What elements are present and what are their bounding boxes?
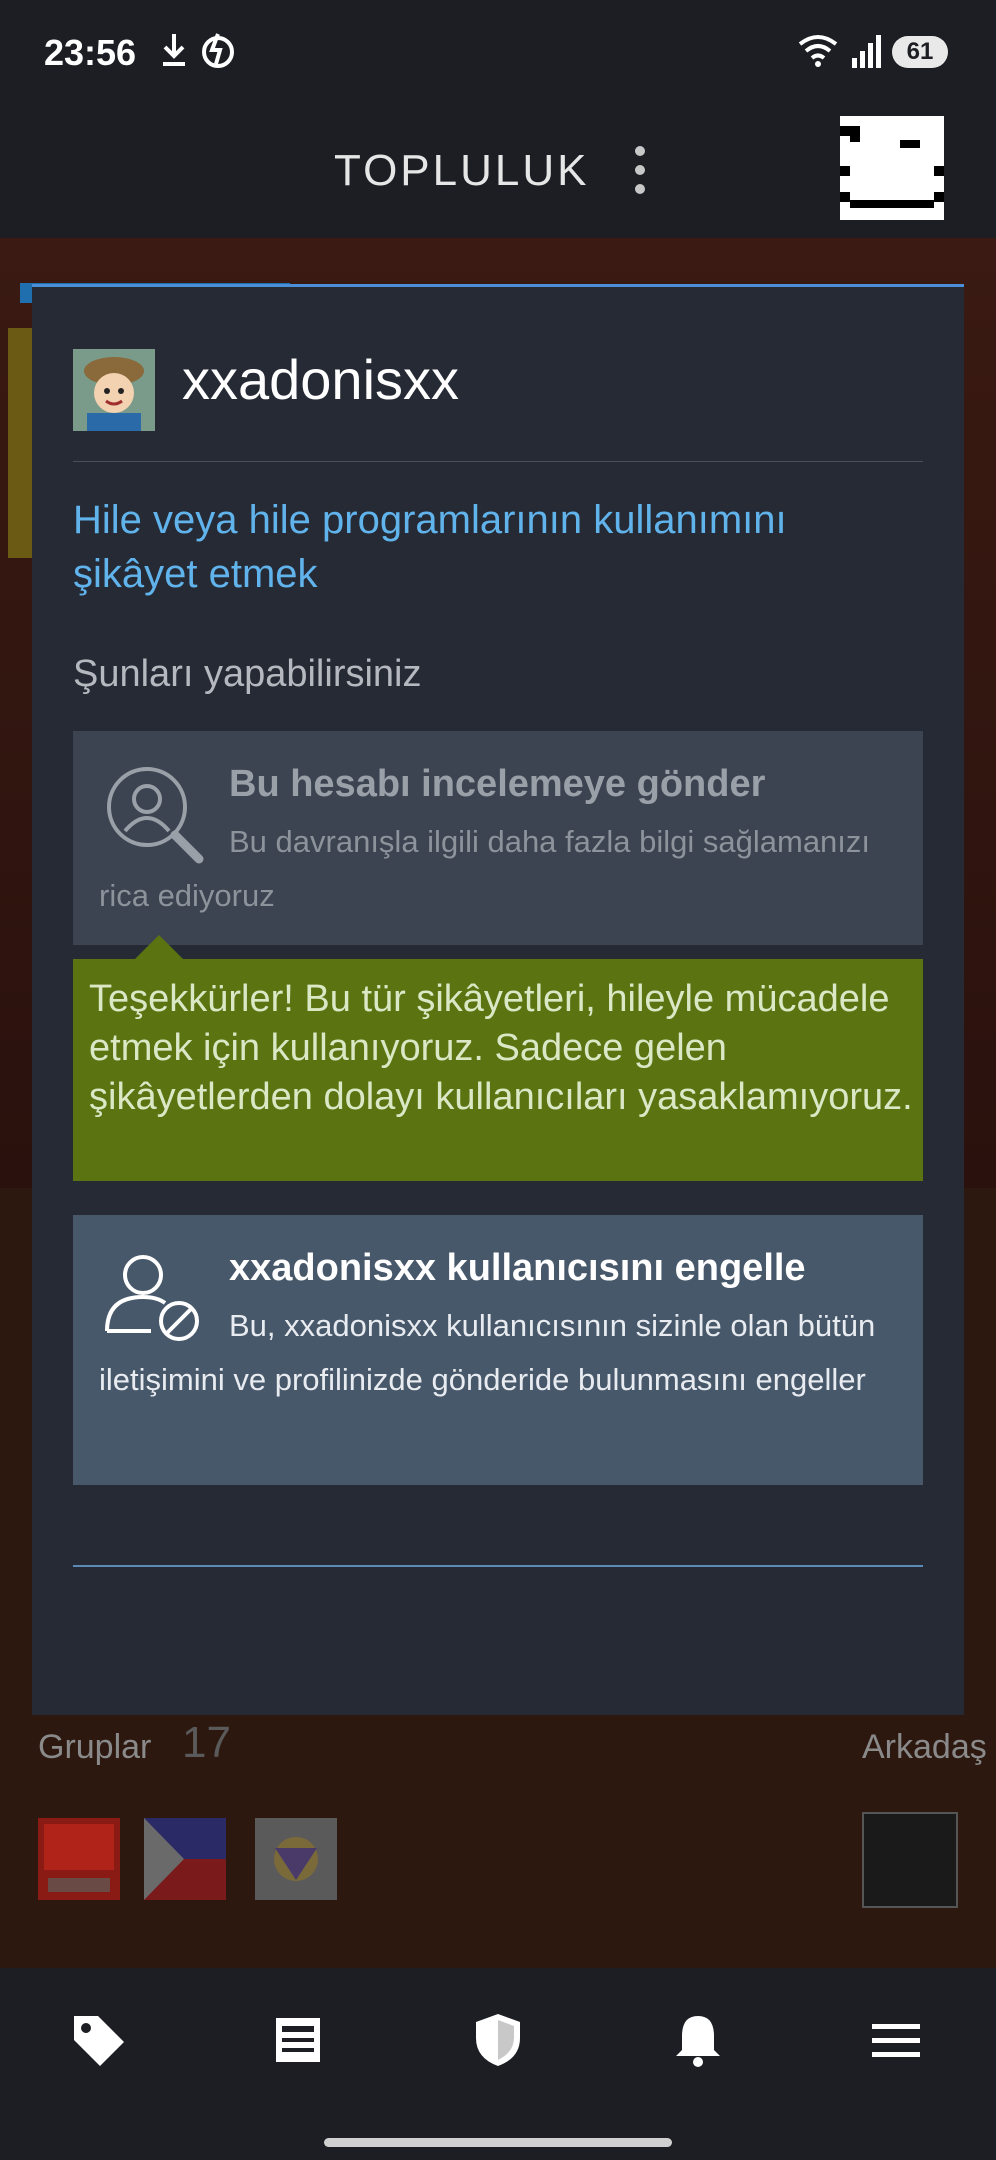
battery-indicator: 61 [892,36,948,68]
block-option-description: Bu, xxadonisxx kullanıcısının sizinle ol… [99,1308,876,1397]
pixel-face-icon [840,116,944,220]
status-time: 23:56 [44,32,137,73]
group-avatar [38,1818,120,1900]
block-option-title: xxadonisxx kullanıcısını engelle [229,1247,806,1289]
wifi-icon [798,35,838,67]
groups-label: Gruplar [38,1728,152,1766]
shield-icon [476,2014,520,2066]
friends-label: Arkadaş [862,1728,987,1766]
bottom-nav [0,1968,996,2160]
group-emblem-icon [255,1818,337,1900]
group-avatar [144,1818,226,1900]
report-cheating-link[interactable]: Hile veya hile programlarının kullanımın… [73,493,903,601]
download-icon [163,34,185,66]
app-header: TOPLULUK [0,104,996,238]
more-options-icon[interactable] [630,146,650,196]
reported-user-avatar [73,349,155,431]
signal-icon [852,35,881,68]
home-indicator[interactable] [324,2138,672,2147]
reported-username: xxadonisxx [182,348,460,411]
user-avatar-button[interactable] [840,116,944,220]
nav-notifications[interactable] [668,2010,728,2070]
divider [73,1565,923,1567]
groups-count: 17 [182,1718,231,1767]
bell-icon [676,2016,720,2067]
review-option-title: Bu hesabı incelemeye gönder [229,763,766,805]
news-icon [276,2018,320,2062]
flag-icon [144,1818,226,1900]
cartoon-avatar-icon [73,349,155,431]
pc-gamer-logo-icon [38,1818,120,1900]
thanks-message: Teşekkürler! Bu tür şikâyetleri, hileyle… [89,978,913,1118]
friend-avatar [862,1812,958,1908]
page-title: TOPLULUK [334,146,590,195]
thanks-notice: Teşekkürler! Bu tür şikâyetleri, hileyle… [73,959,923,1181]
tooltip-arrow [135,935,183,959]
nav-guard[interactable] [468,2010,528,2070]
report-dialog: xxadonisxx Hile veya hile programlarının… [32,284,964,1715]
options-heading: Şunları yapabilirsiniz [73,653,422,695]
menu-icon [872,2024,920,2057]
group-avatar [255,1818,337,1900]
nav-store[interactable] [68,2010,128,2070]
review-option-description: Bu davranışla ilgili daha fazla bilgi sa… [99,824,871,913]
tag-icon [74,2016,124,2066]
vpn-icon [202,33,234,68]
status-bar: 23:56 61 [0,0,996,104]
nav-news[interactable] [268,2010,328,2070]
nav-menu[interactable] [866,2010,926,2070]
submit-for-review-option[interactable]: Bu hesabı incelemeye gönder Bu davranışl… [73,731,923,945]
block-user-option[interactable]: xxadonisxx kullanıcısını engelle Bu, xxa… [73,1215,923,1485]
divider [73,461,923,462]
